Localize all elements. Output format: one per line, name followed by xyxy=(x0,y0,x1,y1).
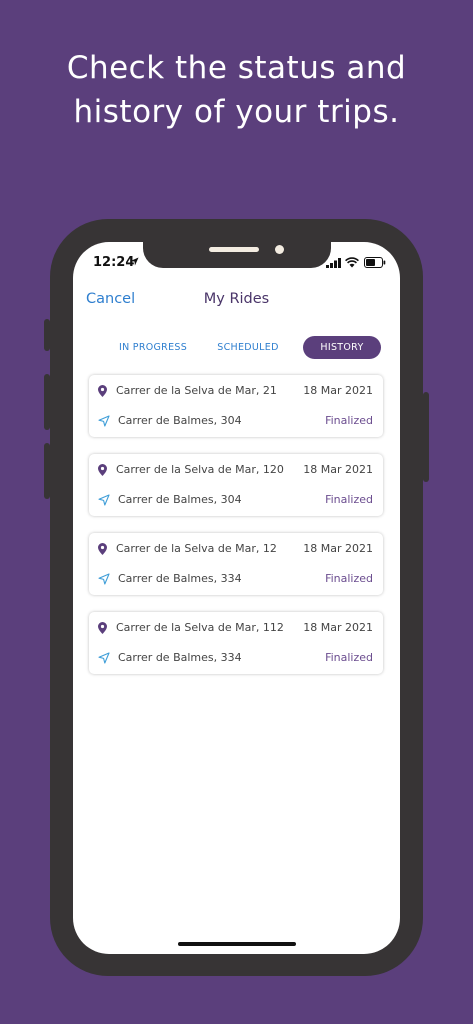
ride-destination-row: Carrer de Balmes, 334 Finalized xyxy=(89,648,383,668)
ride-destination: Carrer de Balmes, 304 xyxy=(118,414,242,427)
ride-card[interactable]: Carrer de la Selva de Mar, 112 18 Mar 20… xyxy=(89,612,383,674)
speaker-grille xyxy=(209,247,259,252)
ride-origin-row: Carrer de la Selva de Mar, 120 18 Mar 20… xyxy=(89,460,383,480)
phone-power-button xyxy=(423,392,429,482)
status-time: 12:24 xyxy=(93,255,135,270)
home-indicator[interactable] xyxy=(178,942,296,946)
phone-notch xyxy=(143,242,331,268)
ride-date: 18 Mar 2021 xyxy=(303,542,373,555)
ride-destination: Carrer de Balmes, 334 xyxy=(118,572,242,585)
ride-card[interactable]: Carrer de la Selva de Mar, 12 18 Mar 202… xyxy=(89,533,383,595)
ride-card[interactable]: Carrer de la Selva de Mar, 21 18 Mar 202… xyxy=(89,375,383,437)
location-arrow-icon xyxy=(130,257,139,266)
ride-status: Finalized xyxy=(325,414,373,427)
ride-date: 18 Mar 2021 xyxy=(303,463,373,476)
navigation-arrow-icon xyxy=(98,652,110,664)
ride-destination-row: Carrer de Balmes, 304 Finalized xyxy=(89,411,383,431)
ride-origin: Carrer de la Selva de Mar, 120 xyxy=(116,463,284,476)
ride-destination: Carrer de Balmes, 334 xyxy=(118,651,242,664)
wifi-icon xyxy=(345,257,359,268)
ride-origin-row: Carrer de la Selva de Mar, 12 18 Mar 202… xyxy=(89,539,383,559)
ride-destination-row: Carrer de Balmes, 334 Finalized xyxy=(89,569,383,589)
ride-status: Finalized xyxy=(325,493,373,506)
navigation-arrow-icon xyxy=(98,494,110,506)
ride-destination: Carrer de Balmes, 304 xyxy=(118,493,242,506)
ride-status: Finalized xyxy=(325,572,373,585)
tab-scheduled[interactable]: SCHEDULED xyxy=(203,336,293,359)
location-pin-icon xyxy=(98,385,107,397)
navigation-arrow-icon xyxy=(98,415,110,427)
headline-line-1: Check the status and xyxy=(66,50,407,86)
ride-origin-row: Carrer de la Selva de Mar, 112 18 Mar 20… xyxy=(89,618,383,638)
ride-date: 18 Mar 2021 xyxy=(303,621,373,634)
ride-origin: Carrer de la Selva de Mar, 112 xyxy=(116,621,284,634)
ride-status: Finalized xyxy=(325,651,373,664)
ride-date: 18 Mar 2021 xyxy=(303,384,373,397)
location-pin-icon xyxy=(98,543,107,555)
phone-screen: 12:24 Cancel My Rides IN PROGRESS SCHEDU… xyxy=(73,242,400,954)
ride-card[interactable]: Carrer de la Selva de Mar, 120 18 Mar 20… xyxy=(89,454,383,516)
ride-origin: Carrer de la Selva de Mar, 21 xyxy=(116,384,277,397)
cellular-signal-icon xyxy=(326,258,341,268)
front-camera xyxy=(275,245,284,254)
ride-origin: Carrer de la Selva de Mar, 12 xyxy=(116,542,277,555)
headline-line-2: history of your trips. xyxy=(73,94,400,130)
ride-origin-row: Carrer de la Selva de Mar, 21 18 Mar 202… xyxy=(89,381,383,401)
promo-headline: Check the status and history of your tri… xyxy=(0,46,473,134)
tab-history[interactable]: HISTORY xyxy=(303,336,381,359)
location-pin-icon xyxy=(98,622,107,634)
tab-in-progress[interactable]: IN PROGRESS xyxy=(97,336,209,359)
navigation-arrow-icon xyxy=(98,573,110,585)
battery-icon xyxy=(364,257,386,268)
ride-destination-row: Carrer de Balmes, 304 Finalized xyxy=(89,490,383,510)
location-pin-icon xyxy=(98,464,107,476)
page-title: My Rides xyxy=(203,291,270,307)
